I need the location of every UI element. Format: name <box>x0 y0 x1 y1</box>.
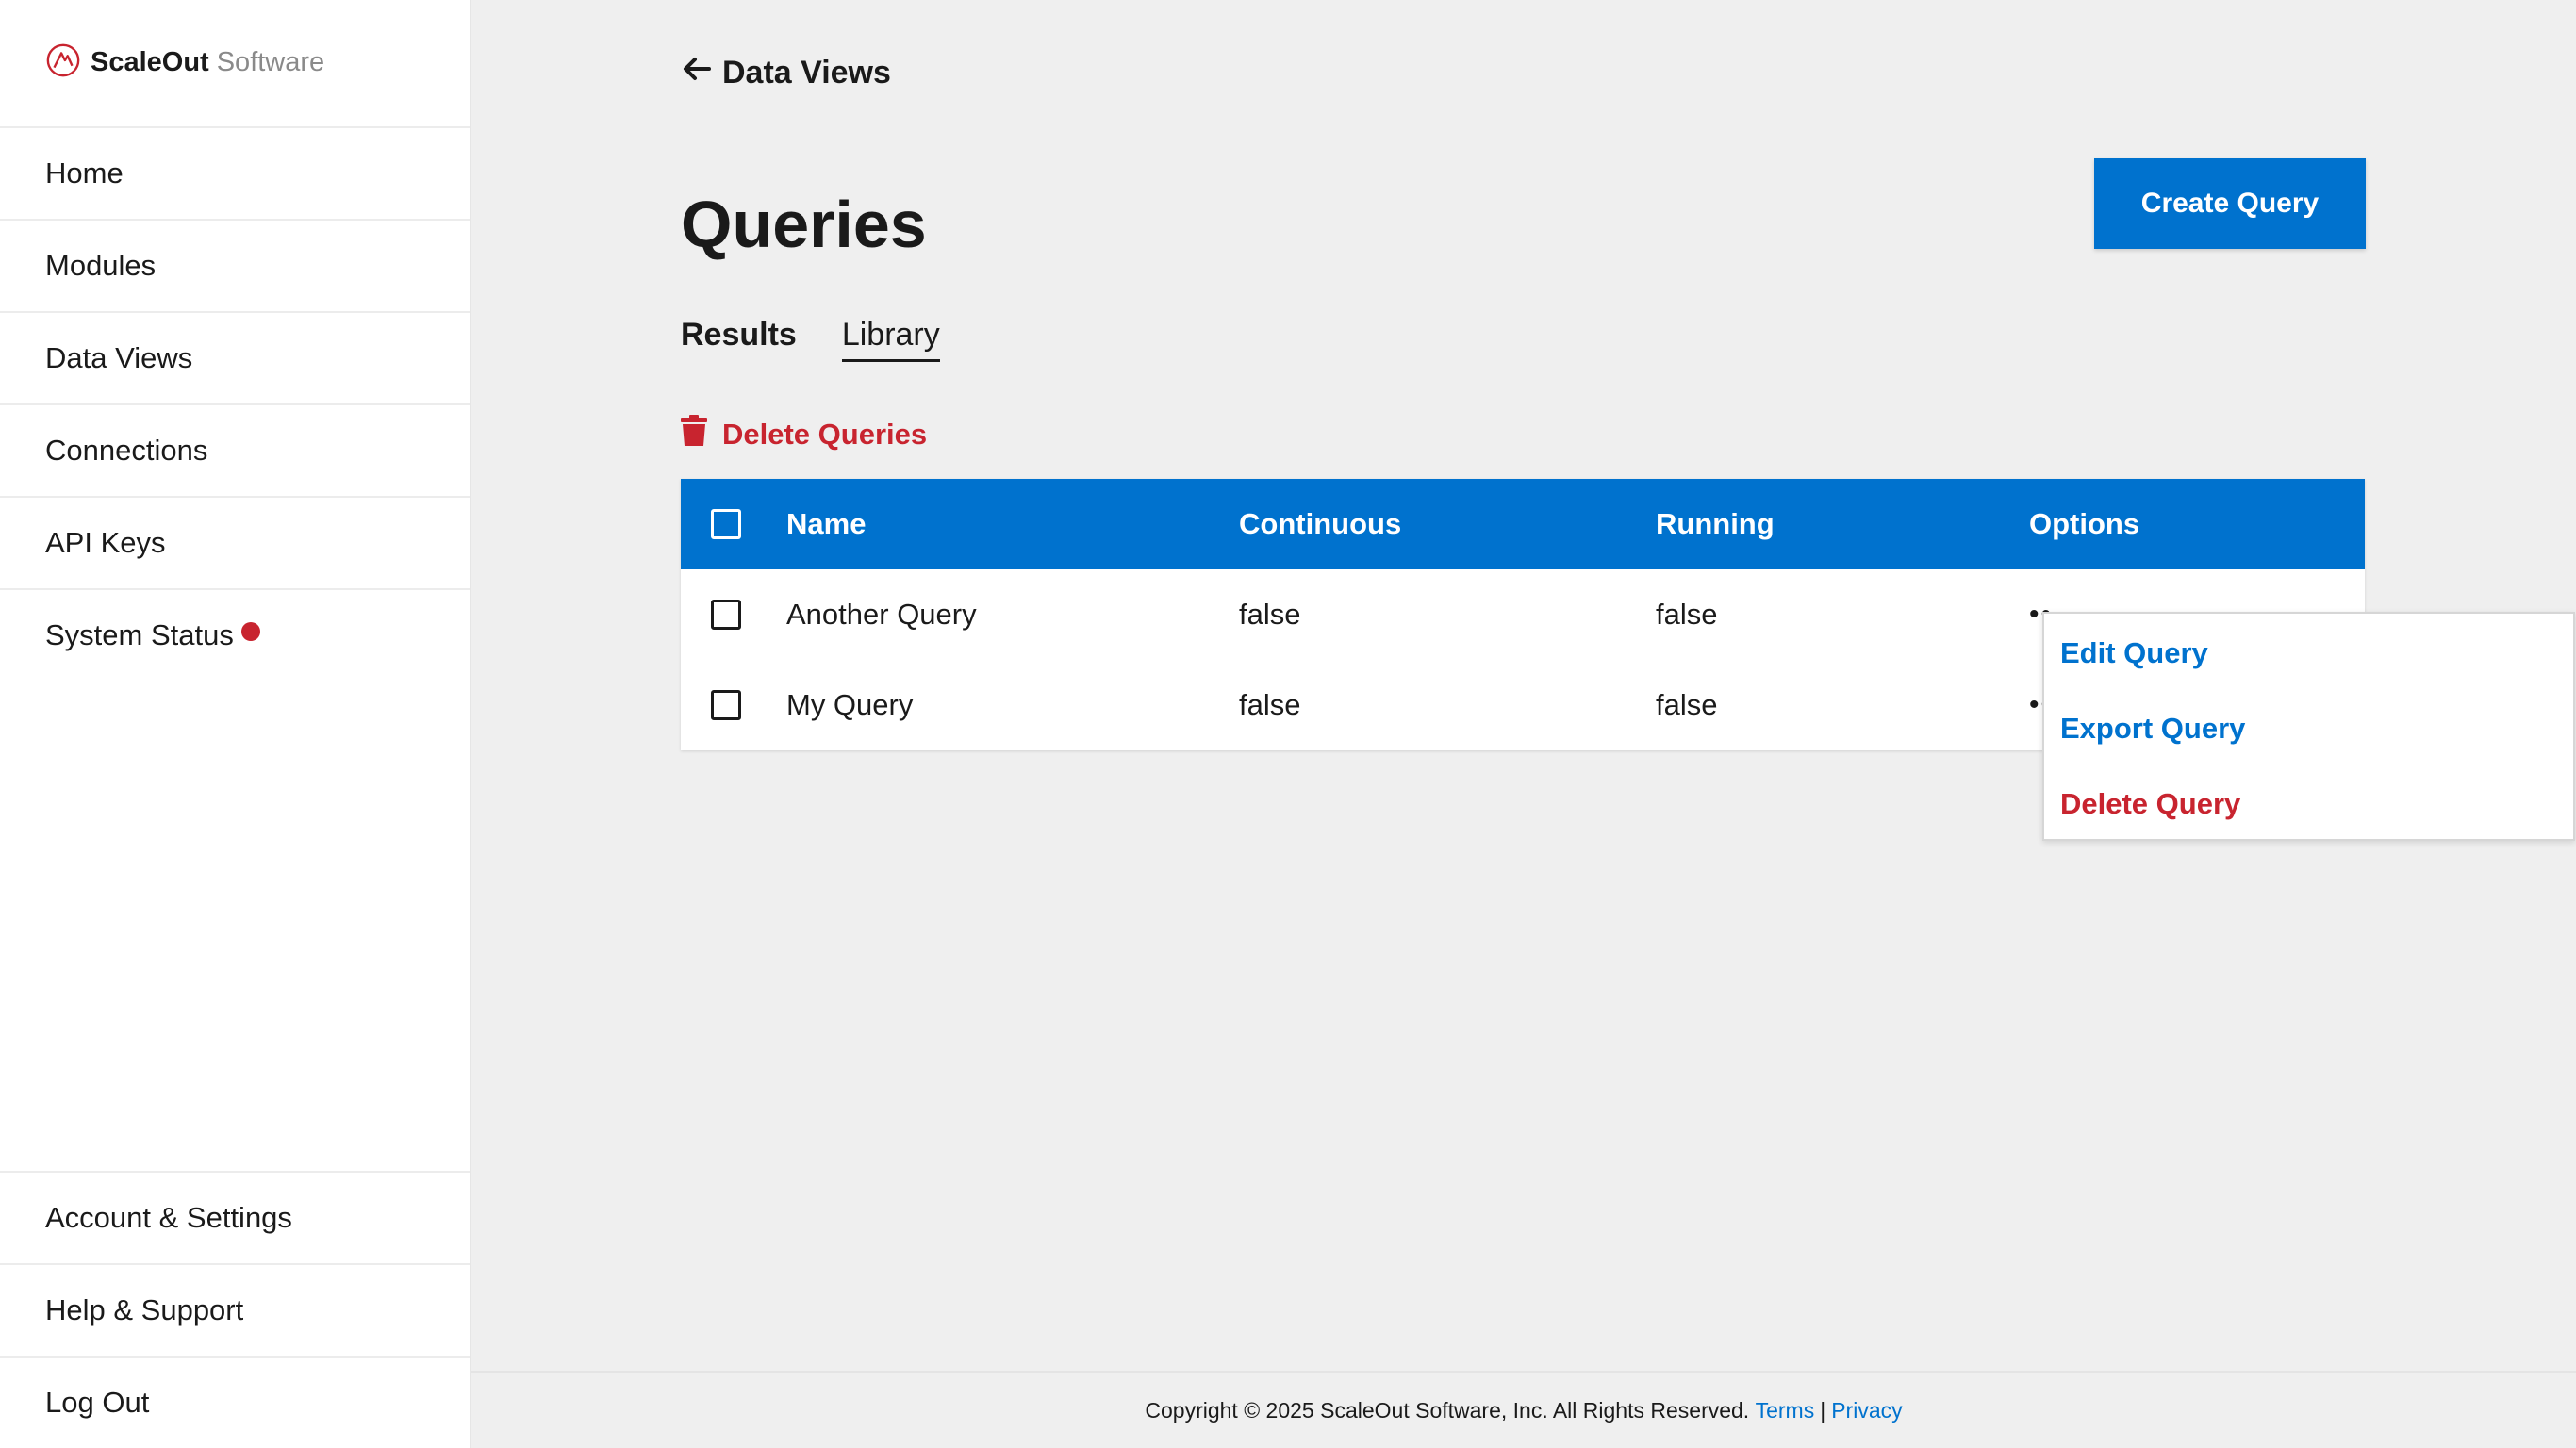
sidebar-bottom-nav: Account & Settings Help & Support Log Ou… <box>0 1171 470 1448</box>
options-dropdown-menu: Edit Query Export Query Delete Query <box>2042 612 2575 841</box>
page-title: Queries <box>681 188 927 261</box>
brand-logo[interactable]: ScaleOut Software <box>45 43 324 81</box>
brand-suffix: Software <box>216 46 325 77</box>
sidebar-item-label: Log Out <box>45 1386 150 1419</box>
copyright-text: Copyright © 2025 ScaleOut Software, Inc.… <box>1145 1397 1750 1423</box>
sidebar-item-data-views[interactable]: Data Views <box>0 311 470 403</box>
tab-bar: Results Library <box>681 317 985 362</box>
export-query-menu-item[interactable]: Export Query <box>2044 691 2573 766</box>
page-footer: Copyright © 2025 ScaleOut Software, Inc.… <box>471 1371 2576 1448</box>
query-name-cell[interactable]: My Query <box>786 688 1239 722</box>
row-checkbox[interactable] <box>711 690 741 720</box>
sidebar-item-label: Home <box>45 156 124 189</box>
sidebar-item-system-status[interactable]: System Status <box>0 588 470 681</box>
privacy-link[interactable]: Privacy <box>1831 1398 1902 1423</box>
column-header-name[interactable]: Name <box>786 507 1239 541</box>
sidebar-item-connections[interactable]: Connections <box>0 403 470 496</box>
sidebar-item-label: System Status <box>45 618 234 651</box>
sidebar-nav: Home Modules Data Views Connections API … <box>0 126 470 681</box>
status-indicator-dot <box>240 622 260 641</box>
arrow-left-icon <box>681 53 722 93</box>
sidebar-item-modules[interactable]: Modules <box>0 219 470 311</box>
trash-icon <box>681 415 722 454</box>
sidebar-item-label: Help & Support <box>45 1293 244 1326</box>
column-header-options: Options <box>2029 507 2140 540</box>
brand-name: ScaleOut <box>91 46 209 77</box>
delete-queries-label: Delete Queries <box>722 418 928 451</box>
continuous-cell: false <box>1239 598 1301 631</box>
column-header-continuous[interactable]: Continuous <box>1239 507 1656 541</box>
sidebar-item-label: Account & Settings <box>45 1201 292 1234</box>
sidebar-item-log-out[interactable]: Log Out <box>0 1356 470 1448</box>
sidebar-item-label: Data Views <box>45 341 193 374</box>
sidebar-item-help-support[interactable]: Help & Support <box>0 1263 470 1356</box>
continuous-cell: false <box>1239 688 1301 721</box>
running-cell: false <box>1656 688 1718 721</box>
delete-queries-button[interactable]: Delete Queries <box>681 415 927 454</box>
column-header-running[interactable]: Running <box>1656 507 2029 541</box>
sidebar-item-account-settings[interactable]: Account & Settings <box>0 1171 470 1263</box>
select-all-checkbox[interactable] <box>711 509 741 539</box>
footer-separator: | <box>1820 1397 1826 1423</box>
edit-query-menu-item[interactable]: Edit Query <box>2044 616 2573 691</box>
back-link[interactable]: Data Views <box>681 53 891 93</box>
sidebar-item-home[interactable]: Home <box>0 126 470 219</box>
sidebar-item-api-keys[interactable]: API Keys <box>0 496 470 588</box>
table-header: Name Continuous Running Options <box>681 479 2365 569</box>
sidebar-item-label: Connections <box>45 434 208 467</box>
query-name-cell[interactable]: Another Query <box>786 598 1239 632</box>
terms-link[interactable]: Terms <box>1756 1398 1815 1423</box>
scaleout-logo-icon <box>45 42 81 83</box>
sidebar: ScaleOut Software Home Modules Data View… <box>0 0 471 1448</box>
running-cell: false <box>1656 598 1718 631</box>
create-query-button[interactable]: Create Query <box>2094 158 2366 249</box>
sidebar-item-label: Modules <box>45 249 157 282</box>
delete-query-menu-item[interactable]: Delete Query <box>2044 766 2573 842</box>
back-link-label: Data Views <box>722 55 891 90</box>
sidebar-item-label: API Keys <box>45 526 166 559</box>
tab-library[interactable]: Library <box>841 317 940 362</box>
row-checkbox[interactable] <box>711 600 741 630</box>
tab-results[interactable]: Results <box>681 317 797 362</box>
